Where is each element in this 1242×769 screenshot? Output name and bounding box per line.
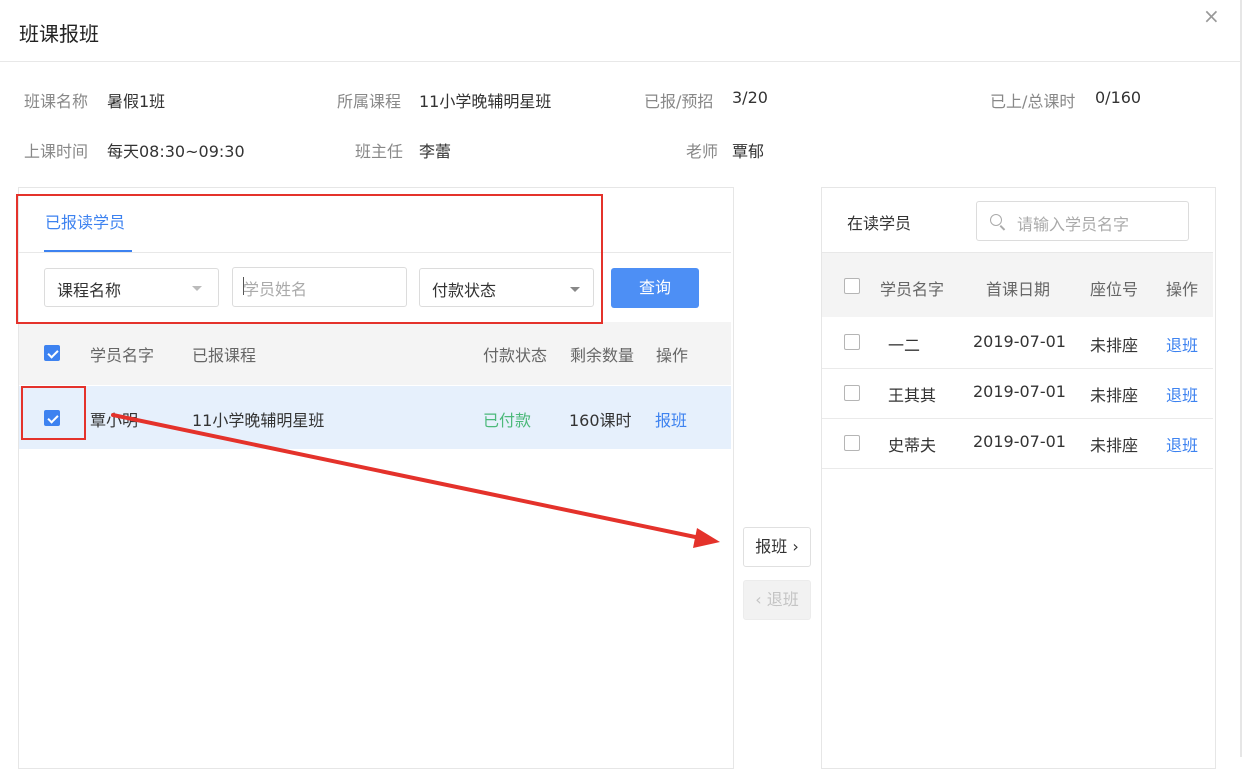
annotation-arrow	[111, 413, 720, 548]
